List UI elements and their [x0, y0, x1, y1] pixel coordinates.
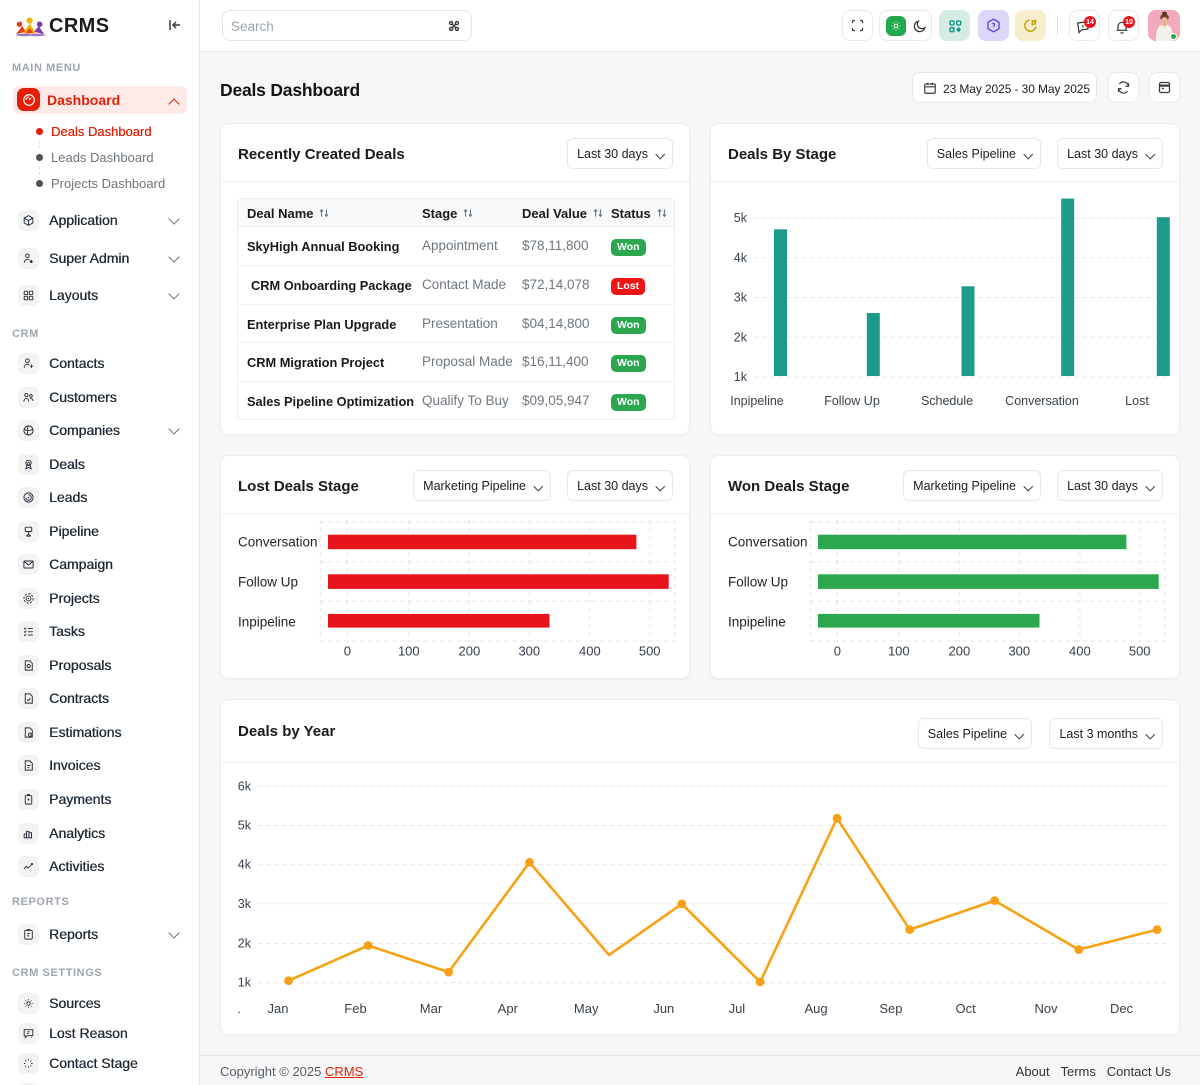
svg-text:May: May — [574, 1001, 599, 1016]
svg-text:Feb: Feb — [344, 1001, 366, 1016]
svg-text:0: 0 — [344, 644, 351, 659]
svg-text:1k: 1k — [238, 976, 252, 990]
svg-text:Aug: Aug — [805, 1001, 828, 1016]
svg-text:2k: 2k — [734, 330, 748, 344]
svg-text:300: 300 — [518, 644, 540, 659]
svg-text:1k: 1k — [734, 370, 748, 384]
svg-text:Follow Up: Follow Up — [728, 575, 788, 590]
svg-text:Conversation: Conversation — [728, 535, 808, 550]
svg-text:.: . — [237, 1001, 241, 1016]
svg-text:0: 0 — [834, 644, 841, 659]
svg-text:Lost: Lost — [1125, 394, 1149, 408]
svg-text:Conversation: Conversation — [1005, 394, 1079, 408]
svg-text:400: 400 — [579, 644, 601, 659]
svg-text:Jan: Jan — [268, 1001, 289, 1016]
svg-text:Inpipeline: Inpipeline — [728, 615, 786, 630]
svg-text:100: 100 — [888, 644, 910, 659]
svg-text:Schedule: Schedule — [921, 394, 973, 408]
svg-text:Inpipeline: Inpipeline — [730, 394, 784, 408]
svg-text:100: 100 — [398, 644, 420, 659]
svg-text:6k: 6k — [238, 779, 252, 793]
svg-text:200: 200 — [459, 644, 481, 659]
svg-text:3k: 3k — [238, 897, 252, 911]
svg-text:300: 300 — [1008, 644, 1030, 659]
svg-text:Jun: Jun — [653, 1001, 674, 1016]
svg-text:3k: 3k — [734, 291, 748, 305]
svg-text:Oct: Oct — [955, 1001, 976, 1016]
svg-text:200: 200 — [949, 644, 971, 659]
svg-text:500: 500 — [1129, 644, 1151, 659]
svg-text:Sep: Sep — [879, 1001, 902, 1016]
svg-text:Inpipeline: Inpipeline — [238, 615, 296, 630]
svg-text:Follow Up: Follow Up — [824, 394, 880, 408]
svg-text:2k: 2k — [238, 937, 252, 951]
svg-text:4k: 4k — [238, 858, 252, 872]
svg-text:Jul: Jul — [729, 1001, 746, 1016]
svg-text:Mar: Mar — [420, 1001, 443, 1016]
svg-text:Conversation: Conversation — [238, 535, 318, 550]
svg-text:Follow Up: Follow Up — [238, 575, 298, 590]
svg-text:4k: 4k — [734, 251, 748, 265]
svg-text:5k: 5k — [238, 819, 252, 833]
svg-text:Nov: Nov — [1034, 1001, 1058, 1016]
svg-text:500: 500 — [639, 644, 661, 659]
svg-text:5k: 5k — [734, 211, 748, 225]
svg-text:400: 400 — [1069, 644, 1091, 659]
svg-text:Apr: Apr — [498, 1001, 519, 1016]
svg-text:Dec: Dec — [1110, 1001, 1134, 1016]
